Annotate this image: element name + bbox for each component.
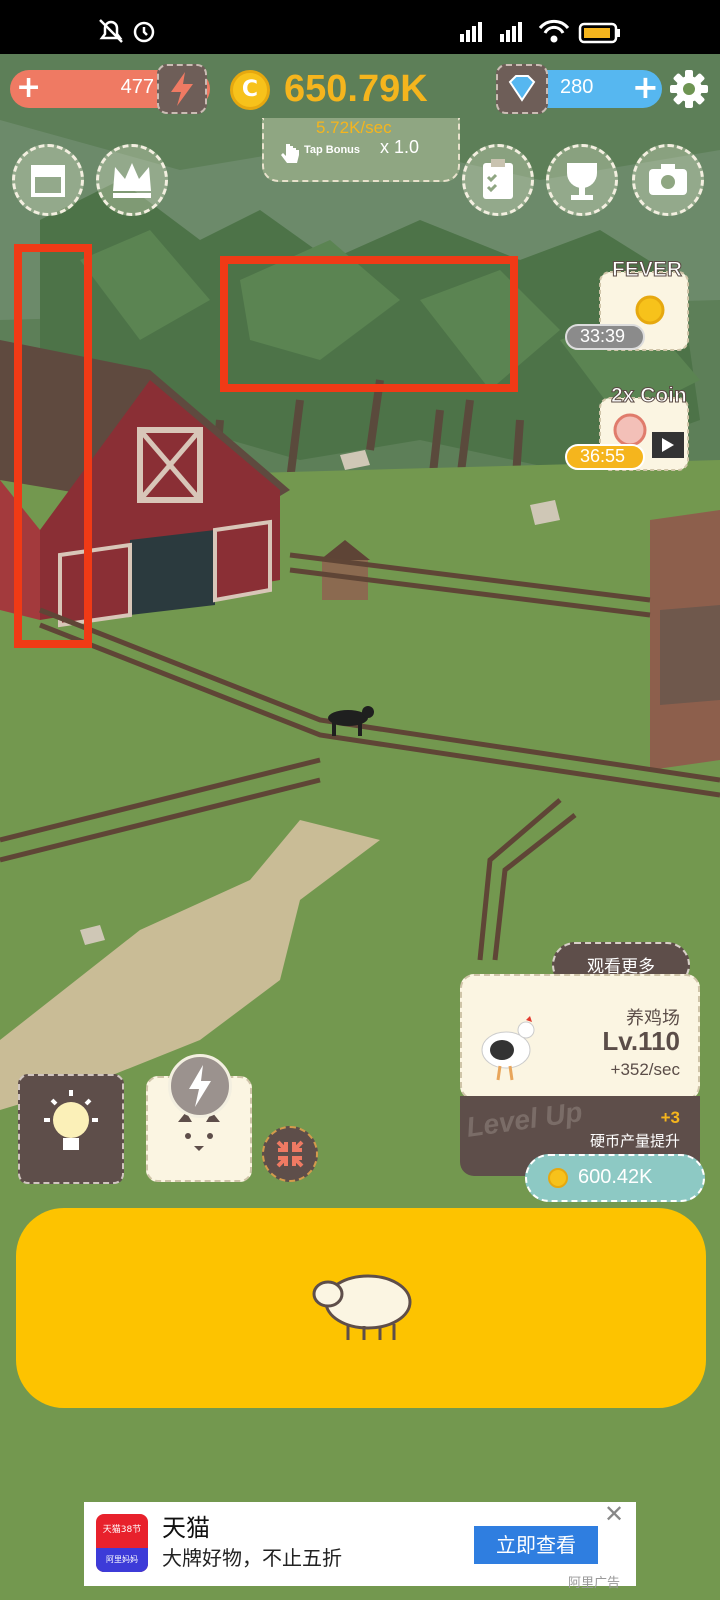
gear-icon[interactable] (668, 68, 710, 110)
battery-icon (578, 22, 620, 44)
tap-hand-icon (281, 144, 299, 163)
boost-bubble[interactable] (168, 1054, 232, 1118)
ad-subtitle: 大牌好物，不止五折 (162, 1546, 342, 1570)
alimama-logo-text: 阿里妈妈 (106, 1555, 138, 1564)
lightning-icon (171, 72, 193, 106)
signal-icon (460, 22, 482, 42)
tap-bonus-multiplier: x 1.0 (380, 137, 420, 157)
chicken-icon (481, 1016, 535, 1081)
highlight-box-top (220, 256, 518, 392)
coin-total: 650.79K (284, 68, 428, 110)
collapse-arrows-icon (276, 1140, 304, 1168)
wifi-icon (538, 19, 570, 43)
gem-value: 280 (560, 76, 594, 98)
level-up-description: 硬币产量提升 (589, 1132, 680, 1150)
tips-button[interactable] (18, 1074, 124, 1184)
fever-coin-icon (635, 295, 665, 325)
quests-button[interactable] (462, 144, 534, 216)
clipboard-icon (483, 159, 513, 199)
coin-rate: 5.72K/sec (316, 118, 392, 137)
store-icon (31, 165, 65, 197)
ad-tag: 阿里广告 (568, 1576, 621, 1591)
crown-icon (113, 163, 151, 198)
gem-plus-icon[interactable]: + (632, 68, 659, 106)
double-coin-label: 2x Coin (611, 384, 688, 408)
energy-bolt-button[interactable] (157, 64, 207, 114)
building-rate: +352/sec (610, 1060, 680, 1079)
lightbulb-icon (44, 1090, 98, 1150)
shrink-button[interactable] (262, 1126, 318, 1182)
status-icons-right (460, 19, 620, 44)
camera-icon (649, 164, 687, 195)
fever-timer: 33:39 (580, 326, 626, 346)
tap-bonus-label: Tap Bonus (304, 144, 361, 156)
tap-area[interactable] (16, 1208, 706, 1408)
coin-icon (548, 1168, 568, 1188)
diamond-icon (508, 75, 536, 102)
signal-icon-2 (500, 22, 522, 42)
fever-label: FEVER (611, 258, 683, 282)
alarm-icon (133, 21, 155, 43)
mute-bell-icon (99, 19, 123, 43)
lightning-icon (189, 1065, 211, 1107)
close-icon[interactable]: ✕ (604, 1500, 624, 1528)
camera-button[interactable] (632, 144, 704, 216)
highlight-box-left (14, 244, 92, 648)
energy-value: 477 (120, 76, 154, 98)
double-coin-timer: 36:55 (580, 446, 626, 466)
status-time: 10:40 (36, 12, 93, 37)
gem-box[interactable] (496, 64, 548, 114)
building-level: Lv.110 (602, 1026, 680, 1056)
level-up-cost: 600.42K (578, 1166, 653, 1188)
energy-plus-icon[interactable]: + (16, 70, 41, 105)
ad-cta-button[interactable]: 立即查看 (474, 1526, 598, 1564)
battery-percentage: 83% (645, 12, 690, 37)
trophy-button[interactable] (546, 144, 618, 216)
silo (650, 510, 720, 770)
crown-button[interactable] (96, 144, 168, 216)
tmall-logo: 天猫38节 阿里妈妈 (96, 1514, 148, 1572)
alarm-clock-icon (613, 413, 647, 447)
tmall-logo-text: 天猫38节 (102, 1525, 142, 1535)
status-icons-left (99, 19, 155, 43)
trophy-icon (567, 163, 597, 200)
sheep-icon (312, 1274, 412, 1340)
video-icon (652, 432, 684, 458)
ad-title: 天猫 (162, 1514, 210, 1542)
level-up-bonus: +3 (660, 1108, 680, 1127)
coin-icon: C (230, 70, 270, 110)
shop-button[interactable] (12, 144, 84, 216)
